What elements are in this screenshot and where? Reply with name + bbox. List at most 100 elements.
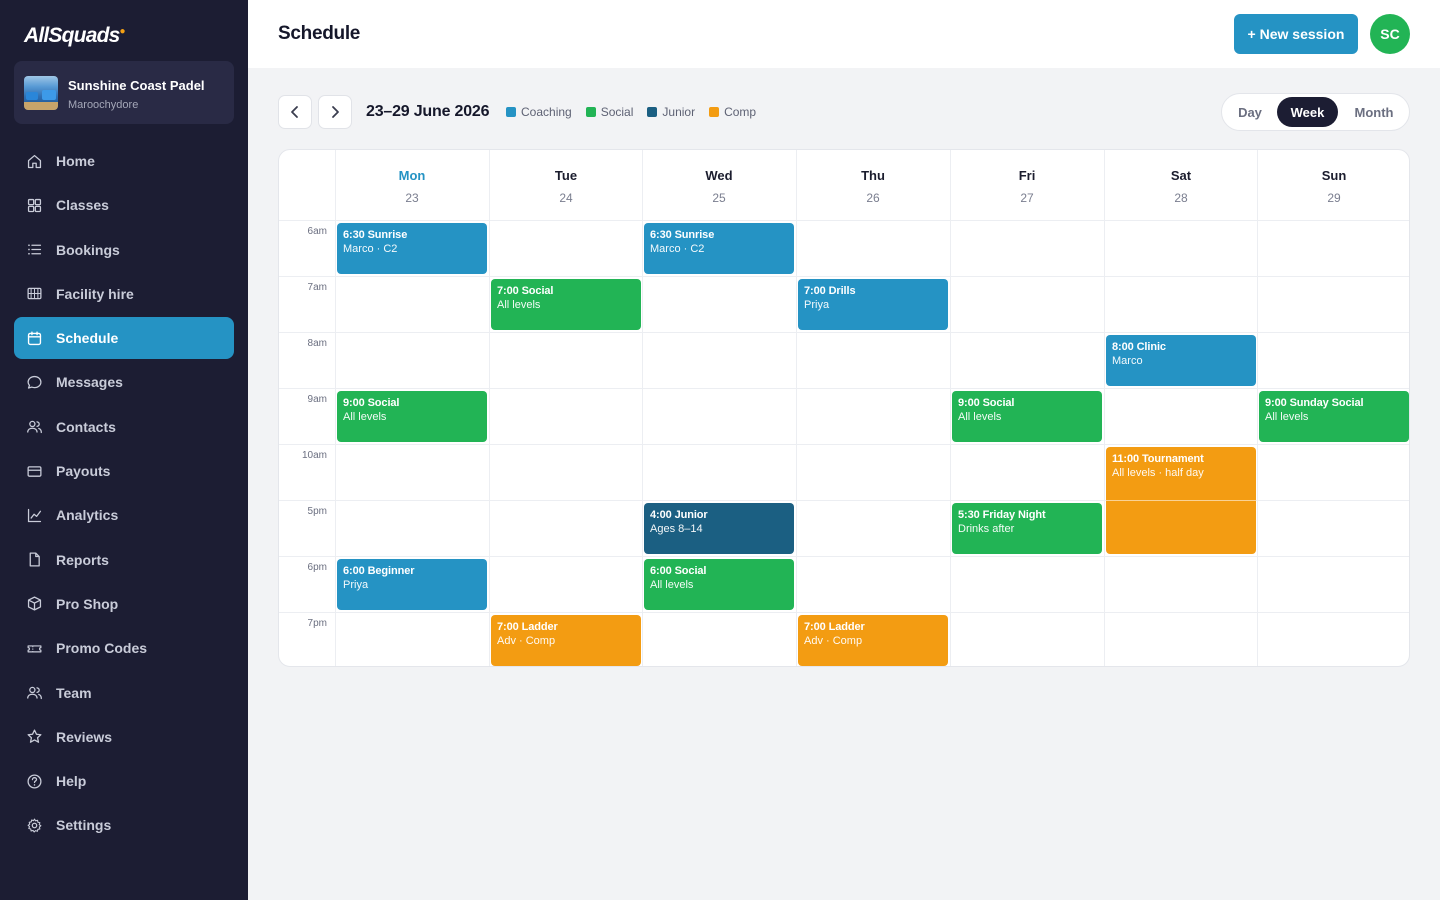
sidebar-item-label: Team [56,684,92,701]
event-block[interactable]: 6:00 Beginner Priya [337,559,487,610]
day-header-sun[interactable]: Sun 29 [1257,150,1409,220]
sidebar-item-bookings[interactable]: Bookings [14,229,234,271]
event-subtitle: All levels [1265,411,1309,423]
event-subtitle: Marco · C2 [343,243,398,255]
day-header-thu[interactable]: Thu 26 [796,150,950,220]
event-block[interactable]: 4:00 Junior Ages 8–14 [644,503,794,554]
file-icon [29,552,40,567]
day-header-sat[interactable]: Sat 28 [1104,150,1258,220]
sidebar-item-reports[interactable]: Reports [14,539,234,581]
day-header-fri[interactable]: Fri 27 [950,150,1104,220]
grid-line-vertical [950,150,951,666]
day-header-tue[interactable]: Tue 24 [489,150,643,220]
event-title: 11:00 Tournament [1112,453,1204,465]
grid-line-vertical [642,150,643,666]
event-subtitle: Marco [1112,355,1143,367]
event-block[interactable]: 6:30 Sunrise Marco · C2 [337,223,487,274]
event-legend: Coaching Social Junior Comp [506,105,770,119]
event-block[interactable]: 7:00 Social All levels [491,279,641,330]
event-block[interactable]: 9:00 Social All levels [952,391,1102,442]
day-name: Mon [398,168,426,183]
event-block[interactable]: 8:00 Clinic Marco [1106,335,1256,386]
event-subtitle: Adv · Comp [804,635,863,647]
grid-line-vertical [335,150,336,666]
event-block[interactable]: 11:00 Tournament All levels · half day [1106,447,1256,554]
legend-item-comp: Comp [709,105,756,119]
event-subtitle: All levels [650,579,694,591]
sidebar-nav: Home Classes Bookings Facility hire Schedule… [14,140,234,849]
day-date: 27 [1020,191,1034,205]
event-block[interactable]: 6:30 Sunrise Marco · C2 [644,223,794,274]
grid-line-horizontal [279,276,1409,277]
event-subtitle: Ages 8–14 [650,523,703,535]
legend-swatch [506,107,516,117]
day-name: Tue [554,168,578,183]
day-date: 23 [405,191,419,205]
sidebar-item-reviews[interactable]: Reviews [14,716,234,758]
chevron-right-icon [332,106,339,118]
star-icon [27,729,42,744]
sidebar-item-label: Contacts [56,418,116,435]
prev-week-button[interactable] [278,95,312,129]
view-day-button[interactable]: Day [1226,97,1274,127]
calendar-icon [27,331,42,345]
grid-line-horizontal [279,612,1409,613]
legend-swatch [647,107,658,117]
day-date: 28 [1174,191,1188,205]
sidebar-item-label: Analytics [56,507,119,524]
club-switcher[interactable]: Sunshine Coast Padel Maroochydore [14,61,234,124]
sidebar-item-messages[interactable]: Messages [14,361,234,403]
sidebar-item-home[interactable]: Home [14,140,234,182]
gear-icon [27,818,42,833]
sidebar-item-analytics[interactable]: Analytics [14,494,234,536]
event-title: 6:00 Social [650,565,707,577]
sidebar-item-pro-shop[interactable]: Pro Shop [14,583,234,625]
sidebar-item-settings[interactable]: Settings [14,804,234,846]
sidebar-item-payouts[interactable]: Payouts [14,450,234,492]
sidebar-item-schedule[interactable]: Schedule [14,317,234,360]
sidebar-item-label: Settings [56,817,112,834]
legend-label: Social [600,105,634,119]
week-calendar: Mon 23 Tue 24 Wed 25 Thu 26 Fri 27 Sat 28 Sun 29 6am 7a… [278,149,1410,667]
grid-icon [27,198,42,212]
legend-swatch [709,107,720,117]
event-block[interactable]: 7:00 Ladder Adv · Comp [491,615,641,666]
event-block[interactable]: 5:30 Friday Night Drinks after [952,503,1102,554]
event-block[interactable]: 7:00 Drills Priya [798,279,948,330]
time-label: 6pm [307,562,327,573]
day-name: Sun [1321,168,1347,183]
sidebar-item-classes[interactable]: Classes [14,184,234,226]
time-label: 8am [307,338,327,349]
view-month-button[interactable]: Month [1342,97,1406,127]
event-block[interactable]: 9:00 Social All levels [337,391,487,442]
view-week-button[interactable]: Week [1277,97,1338,127]
day-header-wed[interactable]: Wed 25 [642,150,796,220]
avatar[interactable]: SC [1370,14,1410,54]
next-week-button[interactable] [318,95,352,129]
sidebar-item-label: Home [56,153,95,169]
day-header-mon[interactable]: Mon 23 [335,150,489,220]
event-block[interactable]: 7:00 Ladder Adv · Comp [798,615,948,666]
sidebar-item-label: Help [56,773,87,790]
help-icon [27,774,42,789]
brand-logo[interactable]: AllSquads● [24,24,126,48]
team-icon [27,686,42,700]
sidebar-item-facility-hire[interactable]: Facility hire [14,273,234,315]
grid-line-horizontal [279,220,1409,221]
list-icon [28,244,42,255]
new-session-button[interactable]: + New session [1234,14,1358,54]
event-title: 4:00 Junior [650,509,708,521]
sidebar-item-contacts[interactable]: Contacts [14,406,234,448]
sidebar-item-team[interactable]: Team [14,672,234,714]
event-title: 6:00 Beginner [343,565,415,577]
event-block[interactable]: 9:00 Sunday Social All levels [1259,391,1409,442]
sidebar-item-label: Schedule [56,330,119,347]
sidebar-item-help[interactable]: Help [14,760,234,802]
legend-label: Coaching [521,105,572,119]
card-icon [27,465,42,477]
day-name: Fri [1018,168,1036,183]
grid-line-vertical [796,150,797,666]
event-block[interactable]: 6:00 Social All levels [644,559,794,610]
sidebar-item-promo-codes[interactable]: Promo Codes [14,627,234,669]
day-date: 24 [559,191,573,205]
